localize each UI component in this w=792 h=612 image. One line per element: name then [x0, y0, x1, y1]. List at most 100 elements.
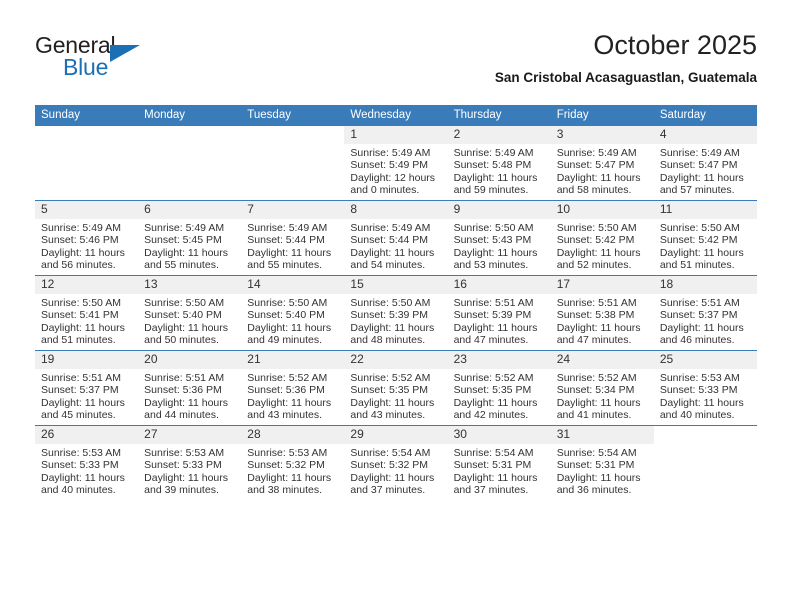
- calendar-day-cell[interactable]: 30 Sunrise: 5:54 AM Sunset: 5:31 PM Dayligh…: [447, 425, 551, 500]
- day-number: 22: [344, 351, 448, 369]
- sunrise-time: Sunrise: 5:49 AM: [41, 222, 121, 234]
- day-number: 15: [344, 276, 448, 294]
- day-details: Sunrise: 5:49 AM Sunset: 5:45 PM Daylight:…: [138, 219, 241, 271]
- calendar-day-cell[interactable]: 20 Sunrise: 5:51 AM Sunset: 5:36 PM Dayligh…: [138, 350, 242, 426]
- calendar-day-cell[interactable]: 7 Sunrise: 5:49 AM Sunset: 5:44 PM Daylight…: [241, 200, 345, 276]
- daylight-duration-line2: and 40 minutes.: [659, 408, 735, 421]
- calendar-day-cell[interactable]: 2 Sunrise: 5:49 AM Sunset: 5:48 PM Daylight…: [447, 126, 551, 201]
- day-details: Sunrise: 5:50 AM Sunset: 5:42 PM Daylight:…: [654, 219, 757, 271]
- calendar-day-cell[interactable]: 5 Sunrise: 5:49 AM Sunset: 5:46 PM Daylight…: [35, 200, 139, 276]
- sunset-time: Sunset: 5:44 PM: [350, 234, 429, 247]
- calendar-day-cell[interactable]: 23 Sunrise: 5:52 AM Sunset: 5:35 PM Dayligh…: [447, 350, 551, 426]
- calendar-day-cell[interactable]: 28 Sunrise: 5:53 AM Sunset: 5:32 PM Dayligh…: [241, 425, 345, 500]
- calendar-day-cell[interactable]: 6 Sunrise: 5:49 AM Sunset: 5:45 PM Daylight…: [138, 200, 242, 276]
- calendar-day-cell[interactable]: 18 Sunrise: 5:51 AM Sunset: 5:37 PM Dayligh…: [653, 275, 757, 351]
- day-details: Sunrise: 5:49 AM Sunset: 5:44 PM Daylight:…: [344, 219, 447, 271]
- calendar-day-cell[interactable]: 3 Sunrise: 5:49 AM Sunset: 5:47 PM Daylight…: [550, 126, 654, 201]
- day-details: Sunrise: 5:50 AM Sunset: 5:42 PM Daylight:…: [551, 219, 654, 271]
- logo-triangle-icon: [110, 45, 140, 62]
- daylight-duration-line1: Daylight: 11 hours: [41, 396, 125, 409]
- day-details: Sunrise: 5:51 AM Sunset: 5:36 PM Daylight:…: [138, 369, 241, 421]
- calendar-cell-empty: [138, 126, 242, 201]
- daylight-duration-line2: and 36 minutes.: [556, 483, 632, 496]
- daylight-duration-line1: Daylight: 11 hours: [247, 321, 332, 334]
- day-number: 10: [550, 201, 654, 219]
- weekday-header-friday: Friday: [550, 105, 654, 126]
- general-blue-logo[interactable]: General Blue: [35, 32, 235, 88]
- sunrise-time: Sunrise: 5:52 AM: [453, 372, 534, 384]
- calendar-week-row: 26 Sunrise: 5:53 AM Sunset: 5:33 PM Dayligh…: [35, 425, 757, 500]
- daylight-duration-line1: Daylight: 11 hours: [247, 396, 332, 409]
- calendar-day-cell[interactable]: 13 Sunrise: 5:50 AM Sunset: 5:40 PM Dayligh…: [138, 275, 242, 351]
- day-details: Sunrise: 5:51 AM Sunset: 5:37 PM Daylight:…: [654, 294, 757, 346]
- calendar-day-cell[interactable]: 11 Sunrise: 5:50 AM Sunset: 5:42 PM Dayligh…: [653, 200, 757, 276]
- calendar-day-cell[interactable]: 21 Sunrise: 5:52 AM Sunset: 5:36 PM Dayligh…: [241, 350, 345, 426]
- day-number: 24: [550, 351, 654, 369]
- daylight-duration-line1: Daylight: 11 hours: [453, 321, 538, 334]
- daylight-duration-line1: Daylight: 11 hours: [350, 471, 435, 484]
- day-number: 26: [35, 426, 139, 444]
- day-details: Sunrise: 5:49 AM Sunset: 5:49 PM Daylight:…: [344, 144, 447, 196]
- sunset-time: Sunset: 5:38 PM: [556, 309, 635, 322]
- day-number: 11: [653, 201, 757, 219]
- sunset-time: Sunset: 5:44 PM: [247, 234, 325, 247]
- calendar-day-cell[interactable]: 10 Sunrise: 5:50 AM Sunset: 5:42 PM Dayligh…: [550, 200, 654, 276]
- calendar-day-cell[interactable]: 22 Sunrise: 5:52 AM Sunset: 5:35 PM Dayligh…: [344, 350, 448, 426]
- calendar-day-cell[interactable]: 31 Sunrise: 5:54 AM Sunset: 5:31 PM Dayligh…: [550, 425, 654, 500]
- calendar-day-cell[interactable]: 24 Sunrise: 5:52 AM Sunset: 5:34 PM Dayligh…: [550, 350, 654, 426]
- weekday-header-thursday: Thursday: [447, 105, 551, 126]
- daylight-duration-line2: and 44 minutes.: [144, 408, 219, 421]
- calendar-day-cell[interactable]: 29 Sunrise: 5:54 AM Sunset: 5:32 PM Dayligh…: [344, 425, 448, 500]
- daylight-duration-line1: Daylight: 11 hours: [659, 321, 744, 334]
- sunset-time: Sunset: 5:31 PM: [453, 459, 532, 472]
- weekday-header-sunday: Sunday: [35, 105, 139, 126]
- day-details: Sunrise: 5:54 AM Sunset: 5:31 PM Daylight:…: [448, 444, 551, 496]
- day-details: Sunrise: 5:49 AM Sunset: 5:48 PM Daylight:…: [448, 144, 551, 196]
- sunset-time: Sunset: 5:35 PM: [453, 384, 532, 397]
- sunset-time: Sunset: 5:47 PM: [556, 159, 635, 172]
- sunrise-time: Sunrise: 5:51 AM: [453, 297, 534, 309]
- day-number: 7: [241, 201, 345, 219]
- calendar-day-cell[interactable]: 9 Sunrise: 5:50 AM Sunset: 5:43 PM Daylight…: [447, 200, 551, 276]
- sunset-time: Sunset: 5:32 PM: [247, 459, 325, 472]
- logo-text-blue: Blue: [63, 54, 109, 80]
- calendar-day-cell[interactable]: 8 Sunrise: 5:49 AM Sunset: 5:44 PM Daylight…: [344, 200, 448, 276]
- sunset-time: Sunset: 5:41 PM: [41, 309, 119, 322]
- weekday-header-saturday: Saturday: [653, 105, 757, 126]
- daylight-duration-line2: and 52 minutes.: [556, 258, 632, 271]
- daylight-duration-line2: and 59 minutes.: [453, 183, 529, 196]
- sunset-time: Sunset: 5:37 PM: [41, 384, 119, 397]
- calendar-day-cell[interactable]: 27 Sunrise: 5:53 AM Sunset: 5:33 PM Dayligh…: [138, 425, 242, 500]
- calendar-day-cell[interactable]: 16 Sunrise: 5:51 AM Sunset: 5:39 PM Dayligh…: [447, 275, 551, 351]
- calendar-day-cell[interactable]: 12 Sunrise: 5:50 AM Sunset: 5:41 PM Dayligh…: [35, 275, 139, 351]
- day-number: 6: [138, 201, 242, 219]
- calendar-day-cell[interactable]: 17 Sunrise: 5:51 AM Sunset: 5:38 PM Dayligh…: [550, 275, 654, 351]
- calendar-day-cell[interactable]: 26 Sunrise: 5:53 AM Sunset: 5:33 PM Dayligh…: [35, 425, 139, 500]
- calendar-day-cell[interactable]: 4 Sunrise: 5:49 AM Sunset: 5:47 PM Daylight…: [653, 126, 757, 201]
- calendar-day-cell[interactable]: 25 Sunrise: 5:53 AM Sunset: 5:33 PM Dayligh…: [653, 350, 757, 426]
- sunrise-time: Sunrise: 5:50 AM: [453, 222, 534, 234]
- sunrise-time: Sunrise: 5:49 AM: [556, 147, 637, 159]
- sunset-time: Sunset: 5:47 PM: [659, 159, 738, 172]
- day-number: 4: [653, 126, 757, 144]
- sunrise-sunset-calendar: Sunday Monday Tuesday Wednesday Thursday…: [35, 105, 757, 500]
- sunrise-time: Sunrise: 5:51 AM: [659, 297, 740, 309]
- sunset-time: Sunset: 5:48 PM: [453, 159, 532, 172]
- calendar-cell-empty: [35, 126, 139, 201]
- sunrise-time: Sunrise: 5:53 AM: [144, 447, 225, 459]
- day-number: 19: [35, 351, 139, 369]
- sunset-time: Sunset: 5:33 PM: [659, 384, 738, 397]
- weekday-header-monday: Monday: [138, 105, 242, 126]
- calendar-day-cell[interactable]: 1 Sunrise: 5:49 AM Sunset: 5:49 PM Daylight…: [344, 126, 448, 201]
- calendar-day-cell[interactable]: 19 Sunrise: 5:51 AM Sunset: 5:37 PM Dayligh…: [35, 350, 139, 426]
- daylight-duration-line2: and 50 minutes.: [144, 333, 219, 346]
- calendar-day-cell[interactable]: 15 Sunrise: 5:50 AM Sunset: 5:39 PM Dayligh…: [344, 275, 448, 351]
- sunset-time: Sunset: 5:45 PM: [144, 234, 222, 247]
- calendar-day-cell[interactable]: 14 Sunrise: 5:50 AM Sunset: 5:40 PM Dayligh…: [241, 275, 345, 351]
- sunset-time: Sunset: 5:40 PM: [144, 309, 222, 322]
- daylight-duration-line2: and 51 minutes.: [41, 333, 116, 346]
- day-number: 21: [241, 351, 345, 369]
- sunrise-time: Sunrise: 5:54 AM: [350, 447, 431, 459]
- daylight-duration-line2: and 41 minutes.: [556, 408, 632, 421]
- sunrise-time: Sunrise: 5:50 AM: [144, 297, 225, 309]
